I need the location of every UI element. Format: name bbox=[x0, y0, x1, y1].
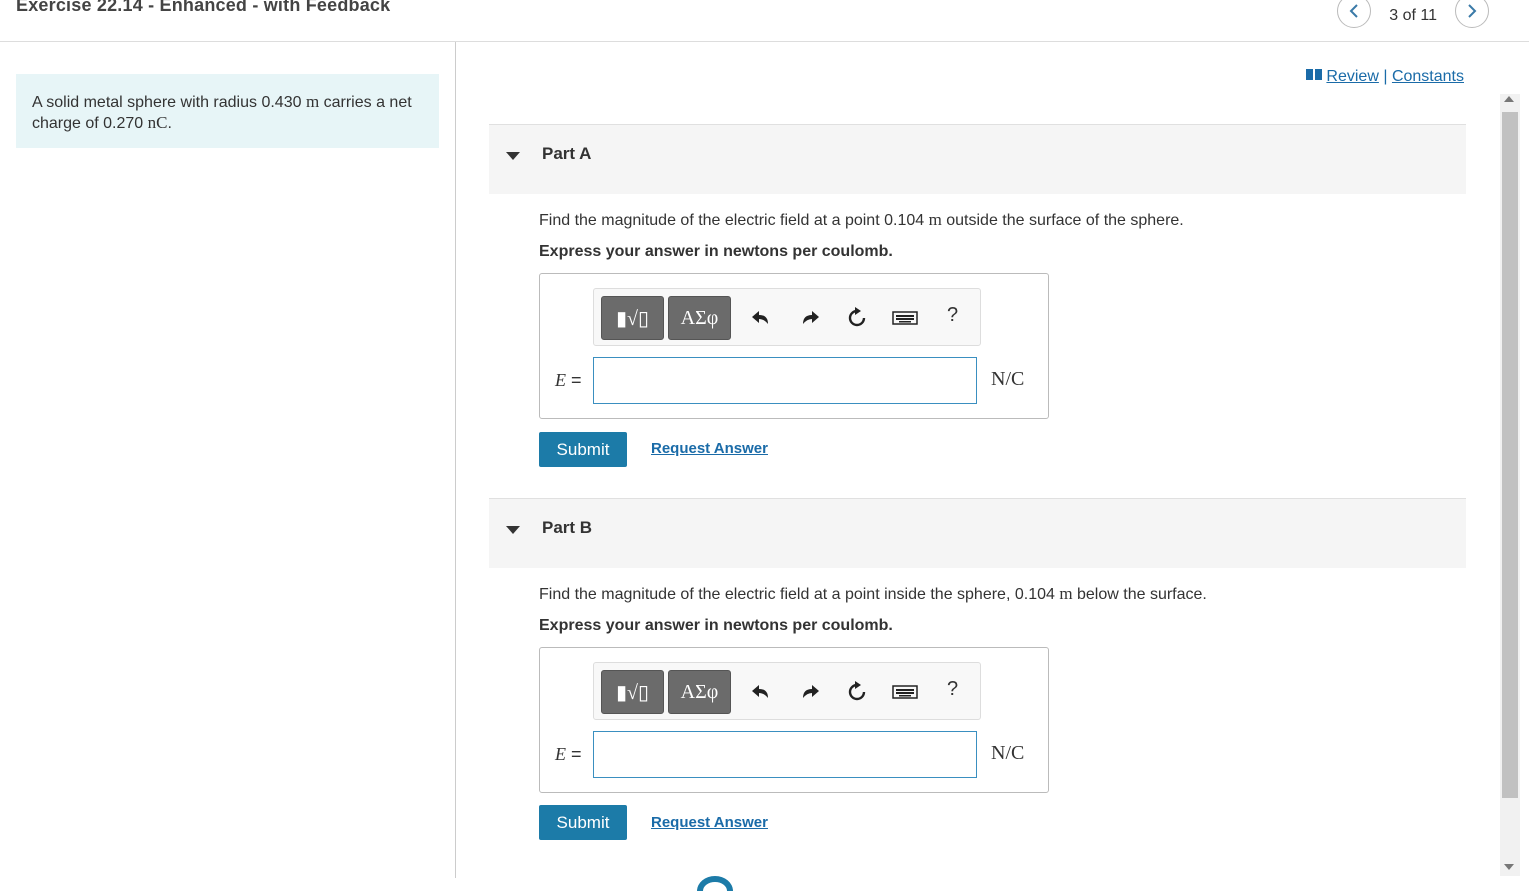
keyboard-button[interactable] bbox=[892, 305, 918, 331]
part-a-answer-input[interactable] bbox=[593, 357, 977, 404]
part-b-question-after: below the surface. bbox=[1072, 586, 1207, 603]
help-button[interactable]: ? bbox=[947, 304, 958, 327]
reset-icon bbox=[848, 681, 866, 701]
math-toolbar: ▮√▯ ΑΣφ ? bbox=[593, 662, 981, 720]
undo-icon bbox=[752, 311, 768, 324]
intro-text-before: A solid metal sphere with radius 0.430 bbox=[32, 94, 306, 111]
redo-button[interactable] bbox=[797, 679, 823, 705]
pager: 3 of 11 bbox=[1337, 0, 1489, 28]
part-a-units: N/C bbox=[991, 368, 1025, 390]
page-header: Exercise 22.14 - Enhanced - with Feedbac… bbox=[0, 0, 1529, 42]
answer-variable-label: E = bbox=[555, 370, 582, 391]
reset-button[interactable] bbox=[844, 679, 870, 705]
equals-sign: = bbox=[566, 370, 582, 390]
help-button[interactable]: ? bbox=[947, 678, 958, 701]
part-a-question: Find the magnitude of the electric field… bbox=[539, 210, 1184, 230]
reset-icon bbox=[848, 307, 866, 327]
part-a-title: Part A bbox=[542, 144, 592, 163]
undo-button[interactable] bbox=[748, 305, 774, 331]
book-icon bbox=[1306, 69, 1323, 81]
undo-button[interactable] bbox=[748, 679, 774, 705]
pager-text: 3 of 11 bbox=[1389, 7, 1437, 24]
keyboard-icon bbox=[892, 311, 918, 325]
page-title: Exercise 22.14 - Enhanced - with Feedbac… bbox=[16, 0, 391, 15]
collapse-caret-icon bbox=[506, 152, 520, 160]
templates-button[interactable]: ▮√▯ bbox=[601, 670, 664, 714]
review-constants-links: Review | Constants bbox=[1306, 68, 1464, 86]
part-b-request-answer-link[interactable]: Request Answer bbox=[651, 814, 768, 831]
part-a-header[interactable]: Part A bbox=[489, 124, 1466, 194]
part-b-answer-input[interactable] bbox=[593, 731, 977, 778]
chevron-left-icon bbox=[1349, 4, 1358, 18]
chevron-right-icon bbox=[1468, 4, 1477, 18]
part-b-question-before: Find the magnitude of the electric field… bbox=[539, 586, 1060, 603]
intro-unit-nc: nC bbox=[147, 113, 168, 132]
answer-variable-label: E = bbox=[555, 744, 582, 765]
variable-symbol: E bbox=[555, 744, 566, 764]
greek-symbols-button[interactable]: ΑΣφ bbox=[668, 670, 731, 714]
part-b-title: Part B bbox=[542, 518, 593, 537]
scroll-thumb[interactable] bbox=[1502, 112, 1518, 798]
review-link[interactable]: Review bbox=[1326, 68, 1378, 85]
part-a-question-before: Find the magnitude of the electric field… bbox=[539, 212, 929, 229]
variable-symbol: E bbox=[555, 370, 566, 390]
scroll-down-icon[interactable] bbox=[1504, 864, 1514, 870]
part-a-instruction: Express your answer in newtons per coulo… bbox=[539, 243, 893, 260]
math-toolbar: ▮√▯ ΑΣφ ? bbox=[593, 288, 981, 346]
prev-button[interactable] bbox=[1337, 0, 1372, 28]
equals-sign: = bbox=[566, 744, 582, 764]
part-b-question-unit: m bbox=[1059, 584, 1073, 603]
link-separator: | bbox=[1383, 68, 1388, 85]
keyboard-button[interactable] bbox=[892, 679, 918, 705]
part-b-instruction: Express your answer in newtons per coulo… bbox=[539, 617, 893, 634]
redo-icon bbox=[803, 311, 819, 324]
redo-icon bbox=[803, 685, 819, 698]
next-button[interactable] bbox=[1455, 0, 1489, 28]
greek-symbols-button[interactable]: ΑΣφ bbox=[668, 296, 731, 340]
part-b-question: Find the magnitude of the electric field… bbox=[539, 584, 1207, 604]
scrollbar[interactable] bbox=[1500, 94, 1520, 876]
part-a-answer-box: ▮√▯ ΑΣφ ? E = N/C bbox=[539, 273, 1049, 419]
part-a-submit-button[interactable]: Submit bbox=[539, 432, 627, 467]
constants-link[interactable]: Constants bbox=[1392, 68, 1464, 85]
partial-logo-icon bbox=[697, 876, 733, 891]
part-a-question-unit: m bbox=[928, 210, 942, 229]
intro-text-end: . bbox=[167, 115, 172, 132]
undo-icon bbox=[752, 685, 768, 698]
part-b-units: N/C bbox=[991, 742, 1025, 764]
part-b-header[interactable]: Part B bbox=[489, 498, 1466, 568]
reset-button[interactable] bbox=[844, 305, 870, 331]
collapse-caret-icon bbox=[506, 526, 520, 534]
problem-intro: A solid metal sphere with radius 0.430 m… bbox=[16, 74, 439, 148]
scroll-up-icon[interactable] bbox=[1504, 96, 1514, 102]
templates-button[interactable]: ▮√▯ bbox=[601, 296, 664, 340]
redo-button[interactable] bbox=[797, 305, 823, 331]
part-a-question-after: outside the surface of the sphere. bbox=[941, 212, 1184, 229]
keyboard-icon bbox=[892, 685, 918, 699]
part-b-answer-box: ▮√▯ ΑΣφ ? E = N/C bbox=[539, 647, 1049, 793]
intro-unit-m: m bbox=[305, 92, 320, 111]
part-a-request-answer-link[interactable]: Request Answer bbox=[651, 440, 768, 457]
left-pane: A solid metal sphere with radius 0.430 m… bbox=[0, 42, 456, 878]
part-b-submit-button[interactable]: Submit bbox=[539, 805, 627, 840]
